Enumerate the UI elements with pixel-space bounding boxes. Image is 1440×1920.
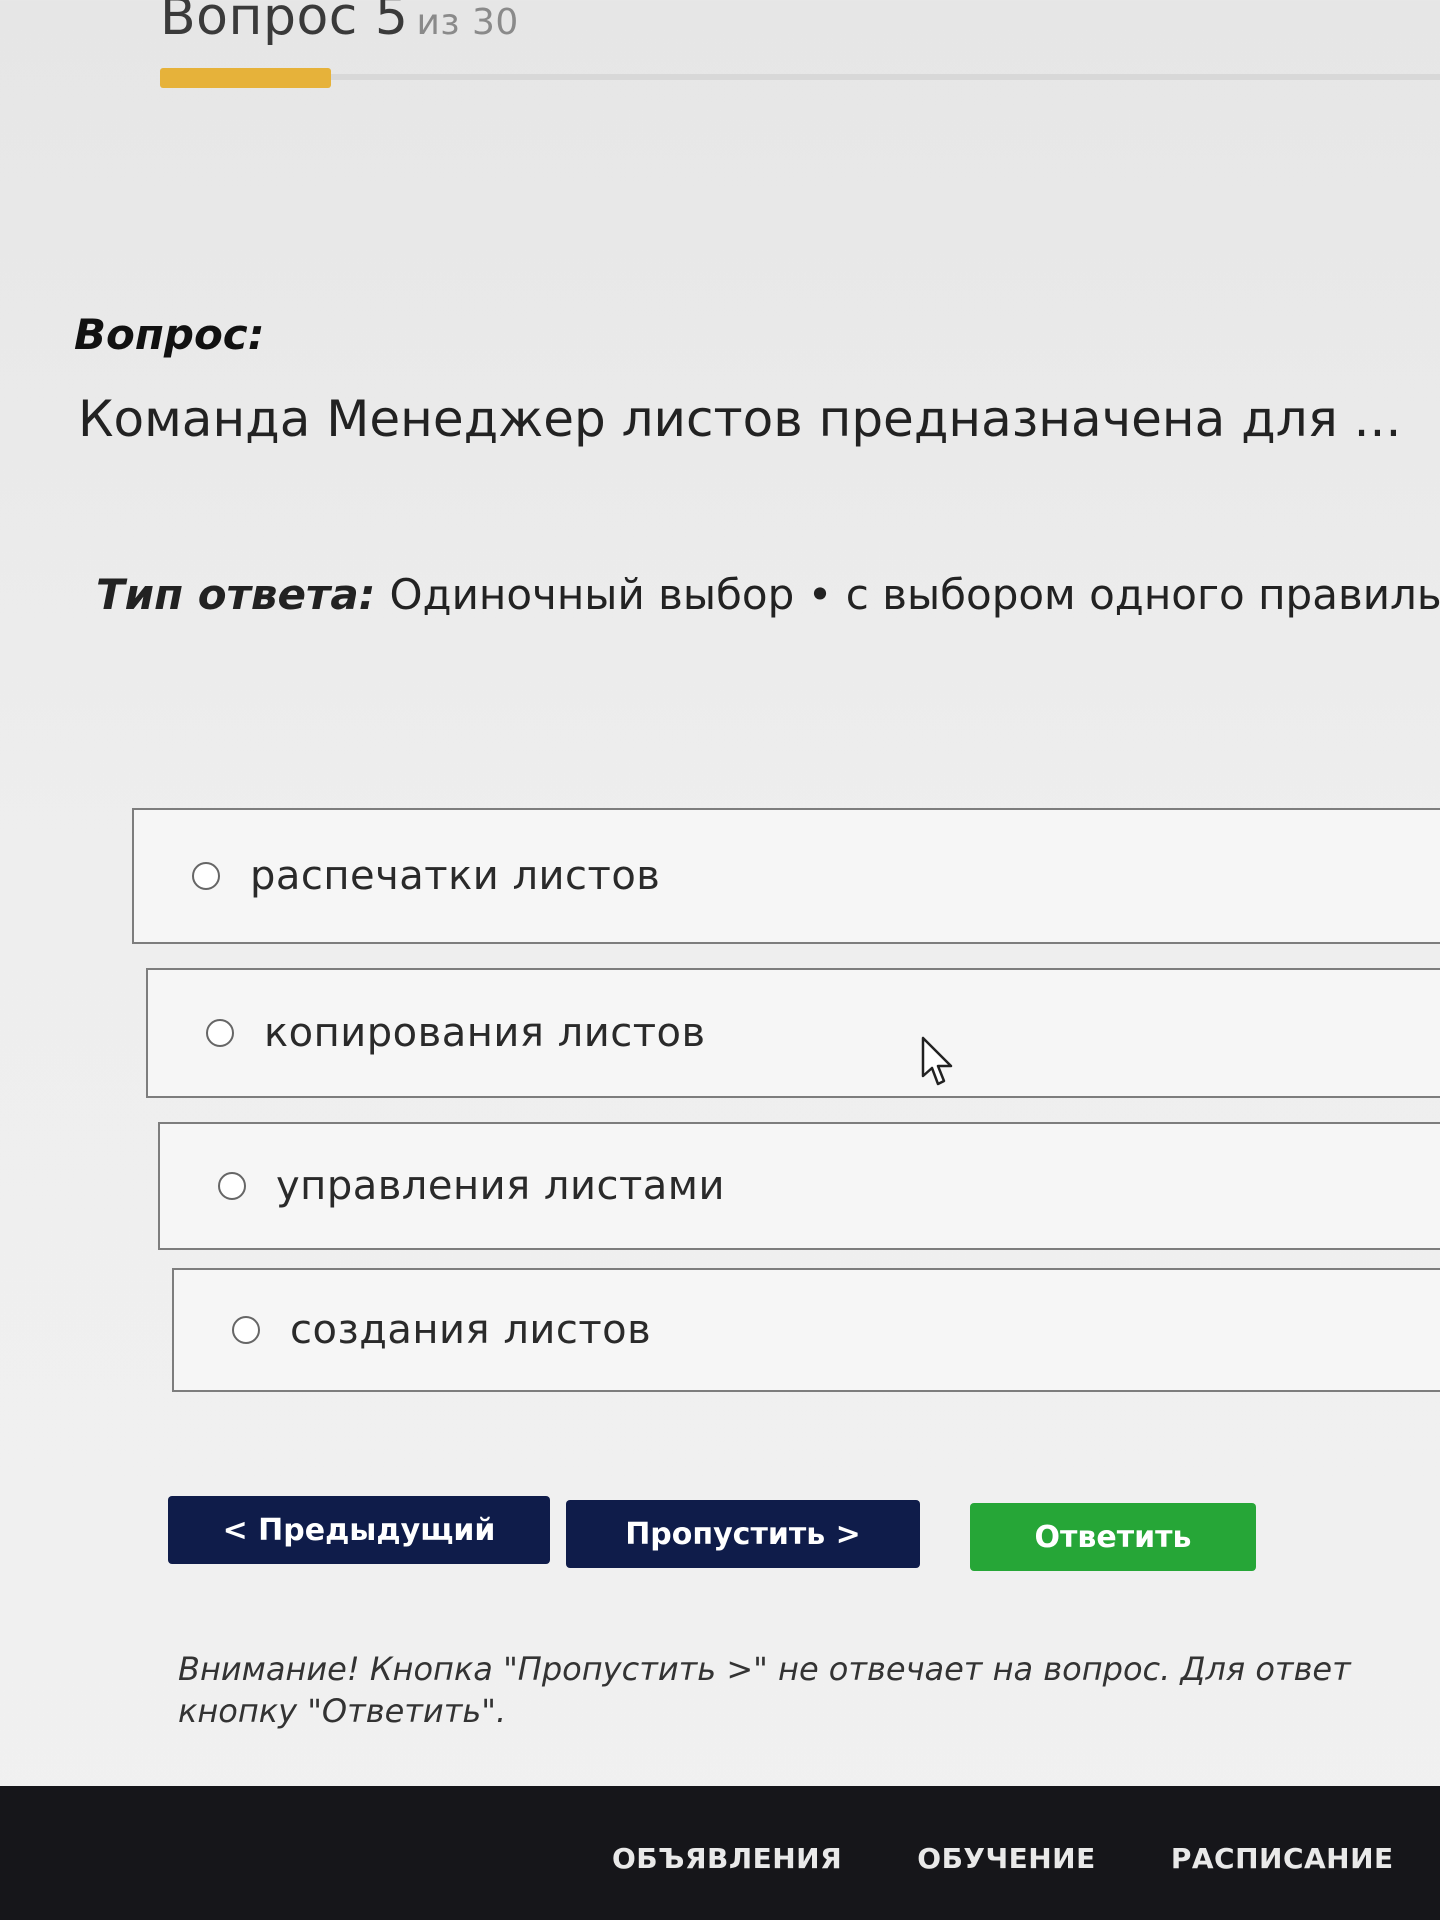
- warning-line: кнопку "Ответить".: [178, 1692, 507, 1730]
- answer-option-label: создания листов: [290, 1307, 652, 1353]
- warning-note: Внимание! Кнопка "Пропустить >" не отвеч…: [178, 1648, 1440, 1732]
- question-text: Команда Менеджер листов предназначена дл…: [78, 390, 1402, 448]
- progress-fill: [160, 68, 331, 88]
- nav-item-announcements[interactable]: ОБЪЯВЛЕНИЯ: [612, 1842, 842, 1875]
- mouse-cursor-icon: [921, 1036, 953, 1086]
- question-number: Вопрос 5: [160, 0, 409, 47]
- answer-option[interactable]: управления листами: [158, 1122, 1440, 1250]
- nav-item-learning[interactable]: ОБУЧЕНИЕ: [917, 1842, 1095, 1875]
- footer-nav: ОБЪЯВЛЕНИЯ ОБУЧЕНИЕ РАСПИСАНИЕ П: [0, 1786, 1440, 1920]
- footer-nav-list: ОБЪЯВЛЕНИЯ ОБУЧЕНИЕ РАСПИСАНИЕ П: [612, 1842, 1440, 1875]
- question-header: Вопрос 5 из 30: [160, 0, 1440, 88]
- progress-bar: [160, 68, 1440, 88]
- answer-option[interactable]: копирования листов: [146, 968, 1440, 1098]
- answer-option[interactable]: распечатки листов: [132, 808, 1440, 944]
- question-total: из 30: [416, 2, 519, 43]
- answer-option[interactable]: создания листов: [172, 1268, 1440, 1392]
- radio-button[interactable]: [192, 862, 220, 890]
- answer-option-label: копирования листов: [264, 1010, 706, 1056]
- radio-button[interactable]: [218, 1172, 246, 1200]
- answer-button[interactable]: Ответить: [970, 1503, 1256, 1571]
- answer-type: Тип ответа: Одиночный выбор • с выбором о…: [96, 570, 1440, 619]
- answer-type-value: Одиночный выбор • с выбором одного прави…: [389, 570, 1440, 619]
- answer-option-label: распечатки листов: [250, 853, 661, 899]
- skip-button[interactable]: Пропустить >: [566, 1500, 920, 1568]
- question-counter: Вопрос 5 из 30: [160, 0, 1440, 58]
- radio-button[interactable]: [206, 1019, 234, 1047]
- radio-button[interactable]: [232, 1316, 260, 1344]
- answer-type-label: Тип ответа:: [96, 570, 376, 619]
- warning-line: Внимание! Кнопка "Пропустить >" не отвеч…: [178, 1650, 1351, 1688]
- previous-button[interactable]: < Предыдущий: [168, 1496, 550, 1564]
- answer-option-label: управления листами: [276, 1163, 725, 1209]
- nav-item-schedule[interactable]: РАСПИСАНИЕ: [1171, 1842, 1394, 1875]
- question-label: Вопрос:: [74, 310, 265, 359]
